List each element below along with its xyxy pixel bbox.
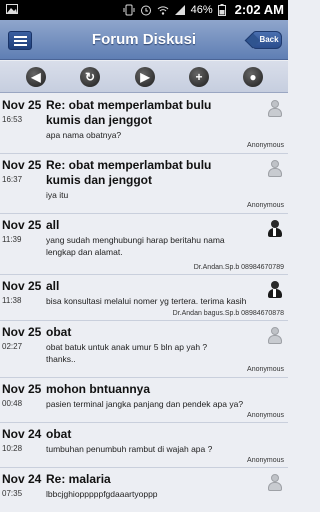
- forum-post[interactable]: Nov 25 11:38 all bisa konsultasi melalui…: [0, 275, 288, 321]
- clock: 2:02 AM: [234, 2, 284, 17]
- post-date: Nov 25: [2, 218, 42, 232]
- post-author: Anonymous: [247, 412, 284, 419]
- forum-post[interactable]: Nov 25 16:37 Re: obat memperlambat bulu …: [0, 154, 288, 214]
- post-time: 16:53: [2, 115, 23, 124]
- forum-post[interactable]: Nov 24 07:35 Re: malaria lbbcjghiopppppf…: [0, 468, 288, 512]
- title-bar: Forum Diskusi Back: [0, 20, 288, 60]
- doctor-avatar-icon: [268, 281, 282, 299]
- post-date: Nov 25: [2, 325, 42, 339]
- post-title: Re: malaria: [46, 472, 111, 486]
- post-date: Nov 24: [2, 472, 42, 486]
- post-title: Re: obat memperlambat bulu kumis dan jen…: [46, 158, 212, 187]
- post-time: 07:35: [2, 489, 23, 498]
- post-author: Dr.Andan.Sp.b 08984670789: [193, 264, 284, 271]
- user-avatar-icon: [268, 474, 282, 492]
- previous-button[interactable]: ◀: [26, 67, 46, 87]
- post-date: Nov 25: [2, 158, 42, 172]
- post-author: Anonymous: [247, 142, 284, 149]
- add-icon: +: [195, 70, 203, 84]
- profile-button[interactable]: ●: [243, 67, 263, 87]
- post-body: apa nama obatnya?: [46, 130, 122, 140]
- post-body: iya itu: [46, 190, 69, 200]
- post-author: Dr.Andan bagus.Sp.b 08984670878: [172, 310, 284, 317]
- post-body: obat batuk untuk anak umur 5 bln ap yah …: [46, 342, 208, 364]
- post-author: Anonymous: [247, 202, 284, 209]
- post-author: Anonymous: [247, 457, 284, 464]
- post-body: yang sudah menghubungi harap beritahu na…: [46, 235, 225, 257]
- forum-post[interactable]: Nov 25 02:27 obat obat batuk untuk anak …: [0, 321, 288, 378]
- arrow-left-icon: ◀: [31, 70, 41, 84]
- signal-icon: [174, 4, 186, 16]
- post-date: Nov 25: [2, 279, 42, 293]
- forum-post[interactable]: Nov 25 11:39 all yang sudah menghubungi …: [0, 214, 288, 275]
- next-button[interactable]: ▶: [135, 67, 155, 87]
- post-time: 16:37: [2, 175, 23, 184]
- post-date: Nov 25: [2, 98, 42, 112]
- post-body: lbbcjghiopppppfgdaaartyoppp: [46, 489, 158, 499]
- status-bar: 46% 2:02 AM: [0, 0, 288, 20]
- forum-post[interactable]: Nov 25 00:48 mohon bntuannya pasien term…: [0, 378, 288, 423]
- post-body: bisa konsultasi melalui nomer yg tertera…: [46, 296, 247, 306]
- post-title: all: [46, 218, 60, 232]
- forum-post[interactable]: Nov 25 16:53 Re: obat memperlambat bulu …: [0, 94, 288, 154]
- post-body: pasien terminal jangka panjang dan pende…: [46, 399, 244, 409]
- post-title: all: [46, 279, 60, 293]
- post-author: Anonymous: [247, 366, 284, 373]
- doctor-avatar-icon: [268, 220, 282, 238]
- wifi-icon: [157, 4, 169, 16]
- post-time: 02:27: [2, 342, 23, 351]
- post-date: Nov 24: [2, 427, 42, 441]
- post-time: 11:38: [2, 296, 22, 305]
- toolbar: ◀ ↻ ▶ + ●: [0, 61, 288, 93]
- forum-post[interactable]: Nov 24 10:28 obat tumbuhan penumbuh ramb…: [0, 423, 288, 468]
- back-button[interactable]: Back: [252, 31, 282, 49]
- post-time: 10:28: [2, 444, 23, 453]
- user-avatar-icon: [268, 100, 282, 118]
- battery-level: 46%: [190, 3, 213, 16]
- arrow-right-icon: ▶: [140, 70, 150, 84]
- user-icon: ●: [249, 70, 257, 84]
- alarm-icon: [140, 4, 152, 16]
- post-time: 11:39: [2, 235, 22, 244]
- battery-icon: [217, 3, 230, 16]
- forum-post-list: Nov 25 16:53 Re: obat memperlambat bulu …: [0, 94, 288, 512]
- user-avatar-icon: [268, 327, 282, 345]
- post-date: Nov 25: [2, 382, 42, 396]
- post-title: mohon bntuannya: [46, 382, 150, 396]
- refresh-icon: ↻: [84, 70, 96, 84]
- add-post-button[interactable]: +: [189, 67, 209, 87]
- post-title: Re: obat memperlambat bulu kumis dan jen…: [46, 98, 212, 127]
- post-body: tumbuhan penumbuh rambut di wajah apa ?: [46, 444, 213, 454]
- refresh-button[interactable]: ↻: [80, 67, 100, 87]
- vibrate-icon: [123, 4, 135, 16]
- post-title: obat: [46, 427, 72, 441]
- post-time: 00:48: [2, 399, 23, 408]
- user-avatar-icon: [268, 160, 282, 178]
- post-title: obat: [46, 325, 72, 339]
- gallery-icon: [6, 3, 18, 15]
